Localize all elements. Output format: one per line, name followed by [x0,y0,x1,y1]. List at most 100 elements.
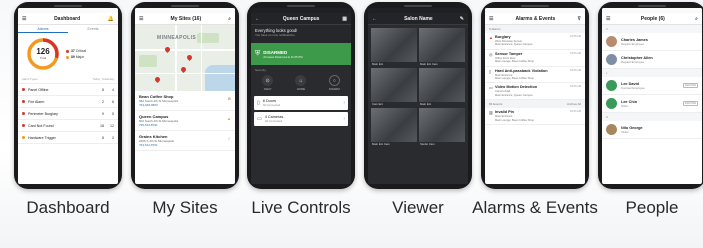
sites-map[interactable]: MINNEAPOLIS [135,25,235,91]
my-sites-screen: ☰ My Sites (16) ⌕ MINNEAPOLIS Bean Coffe… [135,8,235,184]
alert-icon: ⊘ [227,96,231,101]
event-location: Main Lounge, Bean Coffee Shop [495,118,534,122]
alarm-location: Main Lounge, Bean Coffee Shop [495,60,534,64]
bell-icon[interactable]: 🔔 [108,16,114,22]
map-pin-icon[interactable] [185,53,194,62]
column-yesterday: Yesterday [101,77,114,81]
caption-dashboard: Dashboard [26,198,110,217]
site-phone[interactable]: 763-948-9863 [139,103,231,107]
page-title: Salon Name [404,15,433,22]
map-pin-icon[interactable] [163,45,172,54]
camera-feed: Main Ent [419,68,465,106]
today-count: 2 [102,99,104,104]
archive-all-button[interactable]: Archive All [567,102,581,106]
tab-events[interactable]: Events [68,25,118,33]
cameras-row[interactable]: ▭ 4 Cameras All Connected › [254,112,348,126]
menu-icon[interactable]: ☰ [22,16,26,22]
today-count: 18 [100,123,104,128]
mode-away[interactable]: ⊙ AWAY [262,75,274,91]
menu-icon[interactable]: ☰ [606,16,610,22]
site-phone[interactable]: 795-512-8791 [139,123,231,127]
map-city-label: MINNEAPOLIS [157,35,197,41]
lock-icon: ⊙ [262,75,274,86]
group-letter: L [602,69,702,77]
person-name: Charles James [621,37,648,42]
alarm-time: 10:06 AM [570,85,581,89]
alarm-time: 10:06 AM [570,51,581,55]
camera-tile[interactable]: Main Ent Cam [371,108,417,146]
column-alarm-types: Alarm Types [22,77,38,81]
door-icon: ▯ [257,100,260,106]
menu-icon[interactable]: ☰ [489,16,493,22]
alarms-events-screen: ☰ Alarms & Events ⊽ 6 Alarms ▲ Burglary W… [485,8,585,184]
edit-icon[interactable]: ✎ [460,16,464,22]
mode-home[interactable]: ⌂ HOME [295,75,307,91]
map-park [139,55,157,67]
list-item[interactable]: Christopher Allen Regular Employee [602,51,702,69]
filter-icon[interactable]: ⊽ [577,16,581,22]
avatar [606,54,617,65]
page-title: My Sites (16) [170,15,202,22]
live-controls-screen: ← Queen Campus ▦ Everything looks good! … [251,8,351,184]
camera-label: Studio Cam [420,142,435,146]
avatar [606,80,617,91]
list-item[interactable]: Grains Kitchen 2405 S 4th St Minneapolis… [135,131,235,151]
search-icon[interactable]: ⌕ [228,16,231,22]
list-item[interactable]: ◎ Sensor Tamper Office Front Door Main Lou… [485,50,585,67]
list-item[interactable]: Lee Chin Other INACTIVE [602,95,702,113]
chevron-right-icon: › [343,116,345,122]
people-screen: ☰ People (6) ⌕ C Charles James Regular Em… [602,8,702,184]
table-row[interactable]: Card Not Found 18 12 [18,120,118,132]
person-role: Contract Employee [621,85,645,90]
map-pin-icon[interactable] [179,65,188,74]
list-item[interactable]: Charles James Regular Employee [602,33,702,51]
camera-tile[interactable]: Studio Cam [419,108,465,146]
events-count: 84 Events [489,102,503,107]
grid-icon[interactable]: ▦ [342,16,347,22]
tab-alarms[interactable]: Alarms [18,25,68,33]
mode-disarm[interactable]: ○ DISARM [328,75,340,91]
table-row[interactable]: Fire Alarm 2 6 [18,96,118,108]
alarm-type: Fire Alarm [28,99,45,104]
menu-icon[interactable]: ☰ [139,16,143,22]
camera-tile[interactable]: Main Ent [419,68,465,106]
table-row[interactable]: Perimeter Burglary 9 5 [18,108,118,120]
column-today: Today [92,77,101,81]
doors-row[interactable]: ▯ 8 Doors All Connected › [254,96,348,110]
page-title: Alarms & Events [515,15,556,22]
total-count: 126 [36,47,50,56]
critical-count: 37 [71,49,75,53]
camera-label: Main Ent [372,62,384,66]
table-row[interactable]: Panel Offline 8 4 [18,84,118,96]
camera-tile[interactable]: Cam Ent [371,68,417,106]
list-item[interactable]: ▥ Invalid Pin Main Entrance Main Lounge, B… [485,108,585,126]
camera-label: Main Ent [420,102,432,106]
site-phone[interactable]: 763-512-8701 [139,143,231,147]
camera-tile[interactable]: Main Ent Cam [419,28,465,66]
list-item[interactable]: Queen Campus 602 South 4th St Minneapoli… [135,111,235,131]
list-item[interactable]: ▯ Hard Anti-passback Violation Main Entra… [485,67,585,84]
list-item[interactable]: ▭ Video Motion Detection Camera Mall Main … [485,83,585,101]
table-row[interactable]: Hardware Trigger 8 3 [18,132,118,144]
chevron-right-icon: › [343,100,345,106]
caption-live-controls: Live Controls [251,198,351,217]
camera-feed: Main Ent Cam [419,28,465,66]
phone-frame: ← Salon Name ✎ Main Ent Main Ent Cam Cam… [364,2,472,189]
search-icon[interactable]: ⌕ [695,16,698,22]
camera-tile[interactable]: Main Ent [371,28,417,66]
alarm-location: Main Entrance, Queen Campus [495,93,533,97]
map-pin-icon[interactable] [153,75,162,84]
back-arrow-icon[interactable]: ← [372,16,377,22]
list-item[interactable]: Nilo George Visitor [602,121,702,139]
check-icon: ✓ [227,136,231,141]
person-role: Regular Employee [621,59,645,64]
list-item[interactable]: ▲ Burglary West Driveway Sensor Main Entra… [485,33,585,50]
list-item[interactable]: Bean Coffee Shop 682 South 4th St Minnea… [135,91,235,111]
back-arrow-icon[interactable]: ← [255,16,260,22]
camera-label: Cam Ent [372,102,383,106]
list-item[interactable]: Lee David Contract Employee INACTIVE [602,77,702,95]
viewer-screen: ← Salon Name ✎ Main Ent Main Ent Cam Cam… [368,8,468,184]
alarm-time: 10:05 AM [570,35,581,38]
yesterday-count: 12 [110,123,114,128]
yesterday-count: 6 [112,99,114,104]
